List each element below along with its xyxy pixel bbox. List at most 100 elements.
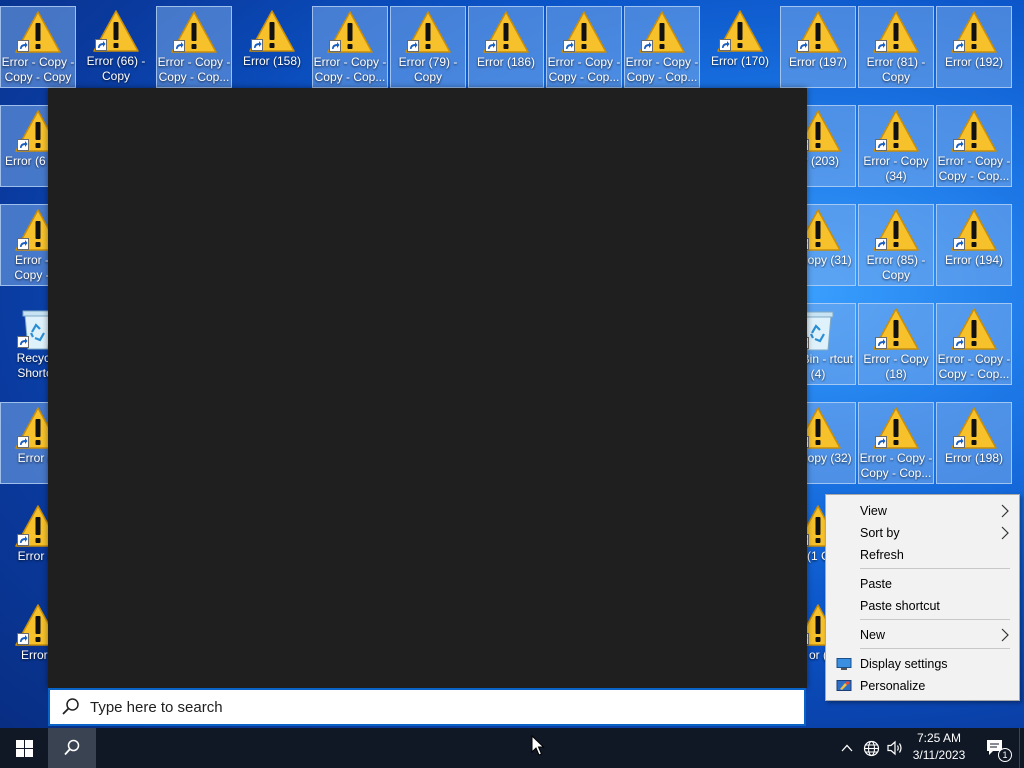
warning-icon [170, 9, 218, 55]
warning-icon [872, 306, 920, 352]
warning-icon [872, 405, 920, 451]
desktop-icon-error-shortcut[interactable]: Error (186) [468, 6, 544, 88]
desktop-icon-label: Error - Copy - Copy - Cop... [625, 55, 699, 84]
desktop-icon-error-shortcut[interactable]: Error (66) - Copy [78, 6, 154, 88]
desktop-icon-label: Error (192) [944, 55, 1003, 69]
desktop-icon-error-shortcut[interactable]: Error (81) - Copy [858, 6, 934, 88]
desktop-icon-label: Error - Copy (34) [863, 154, 929, 183]
desktop-icon-label: Error - Copy (18) [863, 352, 929, 381]
desktop-icon-error-shortcut[interactable]: Error - Copy - Copy - Cop... [858, 402, 934, 484]
desktop-icon-error-shortcut[interactable]: Error - Copy (18) [858, 303, 934, 385]
desktop-icon-error-shortcut[interactable]: Error - Copy - Copy - Cop... [546, 6, 622, 88]
shortcut-arrow-icon [641, 40, 653, 52]
warning-icon [950, 405, 998, 451]
display-icon [836, 658, 852, 670]
desktop-icon-error-shortcut[interactable]: Error (79) - Copy [390, 6, 466, 88]
taskbar-search-button[interactable] [48, 728, 96, 768]
warning-icon [560, 9, 608, 55]
desktop-icon-error-shortcut[interactable]: Error (198) [936, 402, 1012, 484]
shortcut-arrow-icon [407, 40, 419, 52]
mouse-cursor-icon [531, 735, 545, 756]
desktop-icon-error-shortcut[interactable]: Error - Copy - Copy - Cop... [312, 6, 388, 88]
menu-item-label: View [860, 504, 887, 518]
taskbar-clock[interactable]: 7:25 AM 3/11/2023 [905, 730, 973, 764]
volume-button[interactable] [883, 728, 907, 768]
start-button[interactable] [0, 728, 48, 768]
shortcut-arrow-icon [875, 436, 887, 448]
desktop-icon-error-shortcut[interactable]: Error (197) [780, 6, 856, 88]
desktop-icon-error-shortcut[interactable]: Error - Copy (34) [858, 105, 934, 187]
warning-icon [872, 207, 920, 253]
shortcut-arrow-icon [95, 39, 107, 51]
desktop-icon-label: Error (66) - Copy [86, 54, 146, 83]
warning-icon [482, 9, 530, 55]
shortcut-arrow-icon [17, 139, 29, 151]
menu-item-label: Display settings [860, 657, 948, 671]
show-hidden-icons-button[interactable] [836, 728, 858, 768]
menu-item-paste[interactable]: Paste [826, 573, 1019, 595]
warning-icon [950, 108, 998, 154]
desktop-icon-error-shortcut[interactable]: Error (158) [234, 6, 310, 88]
desktop-icon-error-shortcut[interactable]: Error - Copy - Copy - Cop... [156, 6, 232, 88]
shortcut-arrow-icon [953, 436, 965, 448]
menu-separator [860, 568, 1010, 569]
desktop-icon-error-shortcut[interactable]: Error (194) [936, 204, 1012, 286]
windows-logo-icon [15, 739, 33, 757]
menu-item-refresh[interactable]: Refresh [826, 544, 1019, 566]
desktop-icon-label: Error (186) [476, 55, 535, 69]
show-desktop-button[interactable] [1019, 728, 1024, 768]
menu-item-label: New [860, 628, 886, 642]
menu-item-paste-shortcut[interactable]: Paste shortcut [826, 595, 1019, 617]
desktop-icon-label: Error - Copy - Copy - Cop... [313, 55, 387, 84]
network-button[interactable] [859, 728, 883, 768]
menu-separator [860, 648, 1010, 649]
shortcut-arrow-icon [953, 337, 965, 349]
search-icon [64, 739, 80, 756]
desktop-icon-error-shortcut[interactable]: Error - Copy - Copy - Cop... [936, 303, 1012, 385]
warning-icon [248, 8, 296, 54]
desktop-icon-label: Error (81) - Copy [866, 55, 926, 84]
globe-icon [863, 740, 879, 756]
menu-item-view[interactable]: View [826, 500, 1019, 522]
desktop-icon-label: Error (85) - Copy [866, 253, 926, 282]
desktop-icon-error-shortcut[interactable]: Error (85) - Copy [858, 204, 934, 286]
menu-item-sort-by[interactable]: Sort by [826, 522, 1019, 544]
warning-icon [794, 9, 842, 55]
desktop-icon-label: Error - Copy - Copy - Cop... [937, 154, 1011, 183]
menu-item-personalize[interactable]: Personalize [826, 675, 1019, 697]
shortcut-arrow-icon [17, 436, 29, 448]
menu-item-label: Paste [860, 577, 892, 591]
start-menu-panel[interactable] [48, 88, 807, 688]
menu-item-new[interactable]: New [826, 624, 1019, 646]
search-box[interactable] [48, 688, 806, 726]
shortcut-arrow-icon [875, 238, 887, 250]
warning-icon [92, 8, 140, 54]
warning-icon [638, 9, 686, 55]
desktop-icon-label: Error (170) [710, 54, 769, 68]
shortcut-arrow-icon [17, 534, 29, 546]
desktop-icon-label: Error - Copy - Copy - Cop... [859, 451, 933, 480]
menu-item-label: Refresh [860, 548, 904, 562]
desktop-icon-error-shortcut[interactable]: Error (170) [702, 6, 778, 88]
warning-icon [872, 108, 920, 154]
desktop-icon-error-shortcut[interactable]: Error - Copy - Copy - Copy [0, 6, 76, 88]
desktop-icon-label: Error - Copy - Copy - Cop... [157, 55, 231, 84]
desktop-icon-error-shortcut[interactable]: Error - Copy - Copy - Cop... [624, 6, 700, 88]
warning-icon [950, 9, 998, 55]
desktop-icon-label: Error (79) - Copy [398, 55, 458, 84]
notification-count-badge: 1 [998, 748, 1012, 762]
menu-item-display-settings[interactable]: Display settings [826, 653, 1019, 675]
shortcut-arrow-icon [953, 40, 965, 52]
search-input[interactable] [88, 697, 732, 717]
desktop-icon-label: Error - Copy - Copy - Copy [1, 55, 75, 84]
shortcut-arrow-icon [875, 40, 887, 52]
desktop-icon-error-shortcut[interactable]: Error (192) [936, 6, 1012, 88]
warning-icon [950, 306, 998, 352]
desktop-icon-error-shortcut[interactable]: Error - Copy - Copy - Cop... [936, 105, 1012, 187]
warning-icon [950, 207, 998, 253]
shortcut-arrow-icon [953, 238, 965, 250]
desktop-icon-label: Error (198) [944, 451, 1003, 465]
chevron-right-icon [1001, 628, 1009, 642]
shortcut-arrow-icon [17, 336, 29, 348]
action-center-button[interactable]: 1 [978, 728, 1014, 768]
